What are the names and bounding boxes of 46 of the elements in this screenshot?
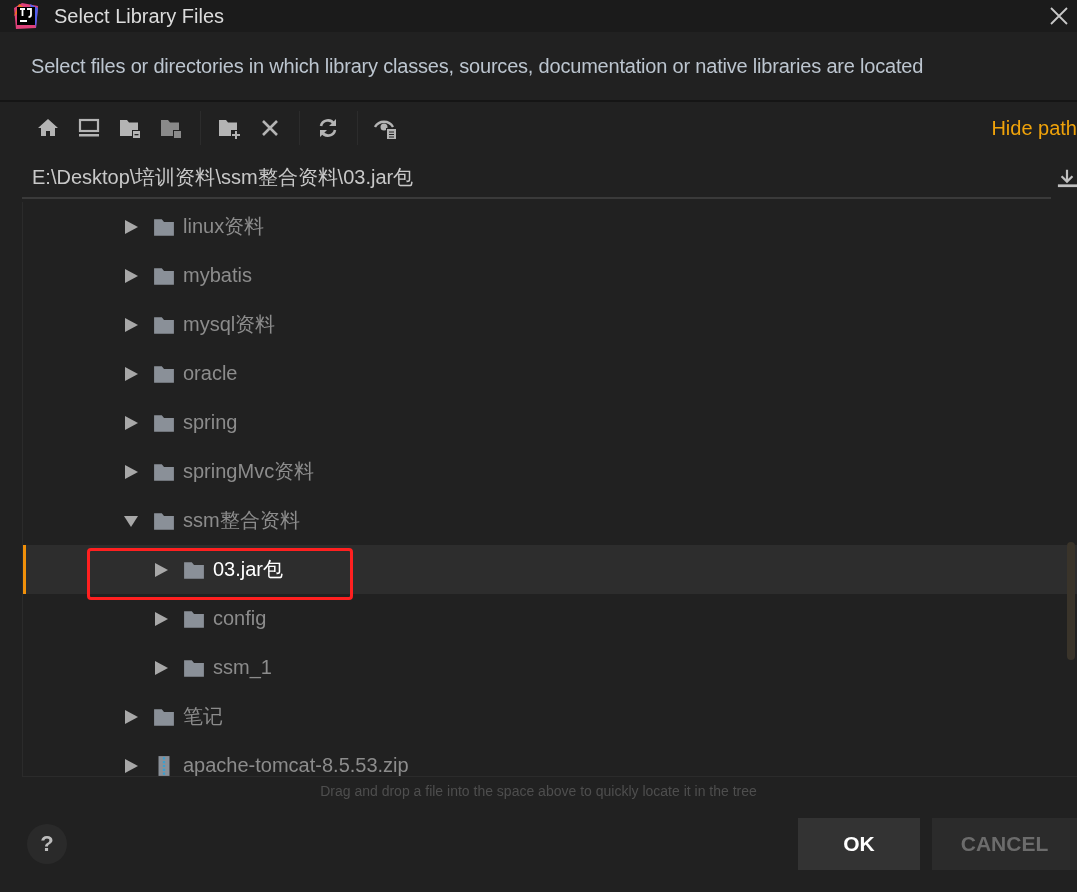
- tree-row[interactable]: 03.jar包: [23, 545, 1077, 594]
- tree-row[interactable]: mybatis: [23, 251, 1077, 300]
- tree-item-label: spring: [183, 411, 238, 434]
- monitor-icon[interactable]: [77, 116, 101, 140]
- scrollbar-thumb[interactable]: [1067, 542, 1075, 660]
- tree-item-label: oracle: [183, 362, 238, 385]
- app-logo-icon: [12, 2, 40, 30]
- caret-right-icon[interactable]: [123, 267, 139, 284]
- dialog-description: Select files or directories in which library classes, sources, documentation or native libraries are located: [31, 54, 924, 78]
- tree-item-label: apache-tomcat-8.5.53.zip: [183, 754, 409, 776]
- tree-row[interactable]: 笔记: [23, 692, 1077, 741]
- tree-item-label: linux资料: [183, 214, 265, 239]
- tree-item-label: mysql资料: [183, 312, 276, 337]
- tree-item-label: ssm_1: [213, 656, 272, 679]
- caret-right-icon[interactable]: [153, 561, 169, 578]
- tree-row[interactable]: ssm_1: [23, 643, 1077, 692]
- close-icon[interactable]: [1049, 6, 1069, 26]
- help-button[interactable]: ?: [27, 824, 67, 864]
- caret-right-icon[interactable]: [123, 365, 139, 382]
- tree-row[interactable]: mysql资料: [23, 300, 1077, 349]
- tree-row[interactable]: linux资料: [23, 202, 1077, 251]
- caret-right-icon[interactable]: [123, 757, 139, 774]
- tree-row[interactable]: config: [23, 594, 1077, 643]
- tree-item-label: 03.jar包: [213, 557, 284, 582]
- caret-right-icon[interactable]: [153, 610, 169, 627]
- tree-item-label: mybatis: [183, 264, 252, 287]
- hide-path-link[interactable]: Hide path: [991, 116, 1077, 140]
- caret-right-icon[interactable]: [123, 463, 139, 480]
- window-title: Select Library Files: [54, 4, 226, 28]
- tree-item-label: ssm整合资料: [183, 508, 300, 533]
- tree-item-label: config: [213, 607, 267, 630]
- tree-row[interactable]: apache-tomcat-8.5.53.zip: [23, 741, 1077, 776]
- path-field[interactable]: E:\Desktop\培训资料\ssm整合资料\03.jar包: [22, 157, 1051, 199]
- caret-right-icon[interactable]: [123, 708, 139, 725]
- download-icon[interactable]: [1057, 167, 1077, 189]
- caret-right-icon[interactable]: [123, 316, 139, 333]
- caret-right-icon[interactable]: [153, 659, 169, 676]
- tree-row[interactable]: spring: [23, 398, 1077, 447]
- tree-item-label: 笔记: [183, 704, 223, 729]
- dialog-button[interactable]: OK: [798, 818, 920, 870]
- tree-item-label: springMvc资料: [183, 459, 315, 484]
- tree-row[interactable]: springMvc资料: [23, 447, 1077, 496]
- caret-right-icon[interactable]: [123, 218, 139, 235]
- tree-row[interactable]: oracle: [23, 349, 1077, 398]
- tree-row[interactable]: ssm整合资料: [23, 496, 1077, 545]
- caret-right-icon[interactable]: [123, 414, 139, 431]
